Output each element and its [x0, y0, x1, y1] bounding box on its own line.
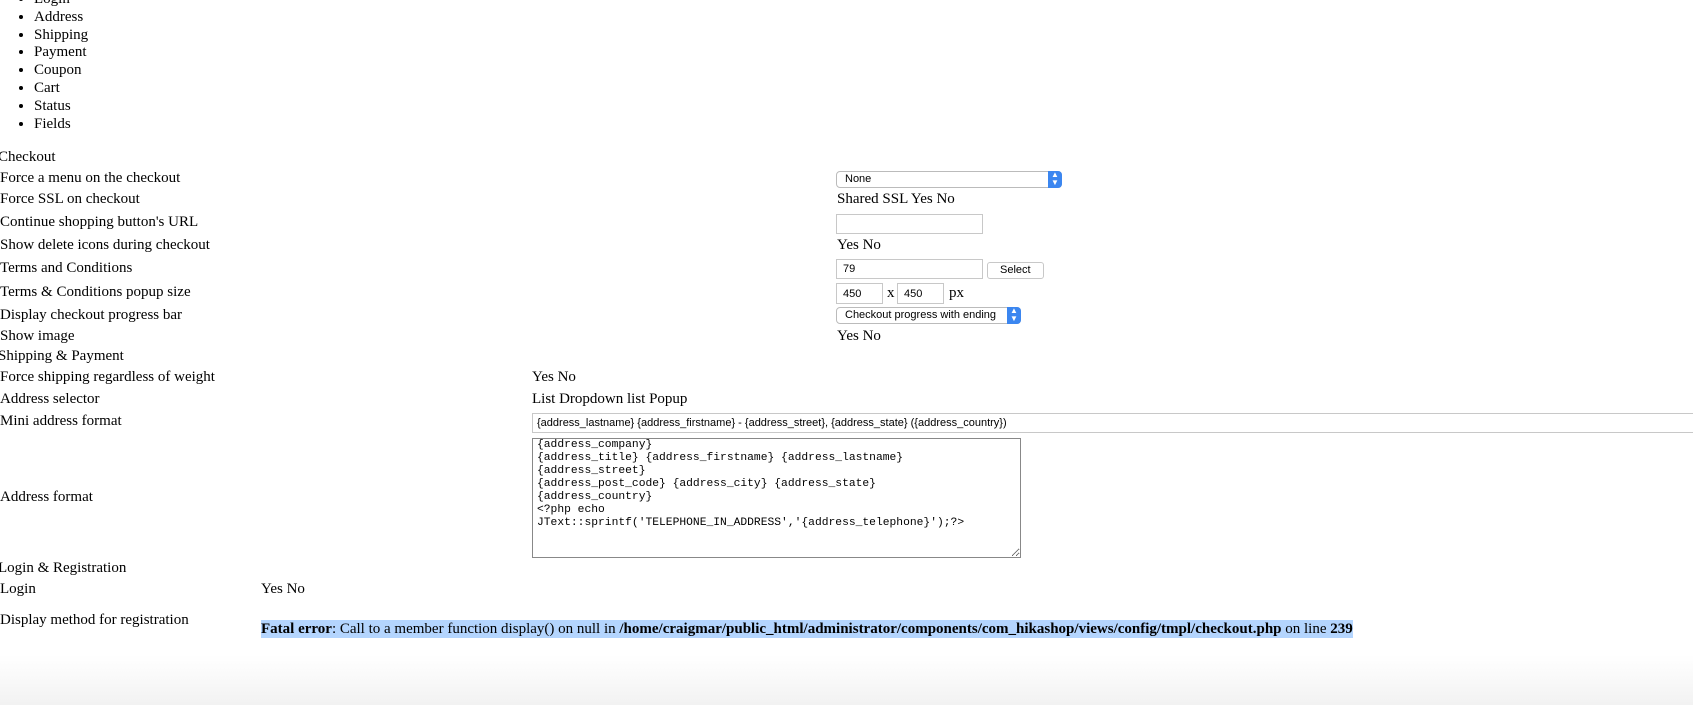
- chevron-updown-icon: ▲ ▼: [1007, 307, 1021, 324]
- error-line-number: 239: [1330, 621, 1353, 637]
- error-on-line: on line: [1281, 621, 1331, 637]
- progress-bar-label: Display checkout progress bar: [0, 307, 183, 323]
- error-text: : Call to a member function display() on…: [331, 621, 620, 637]
- step-item: Shipping: [34, 27, 88, 45]
- error-path: /home/craigmar/public_html/administrator…: [619, 621, 1282, 637]
- delete-icons-options[interactable]: Yes No: [837, 236, 881, 254]
- step-item: Fields: [34, 116, 88, 134]
- force-shipping-options[interactable]: Yes No: [532, 368, 576, 386]
- bottom-fade: [0, 655, 1693, 705]
- force-shipping-label: Force shipping regardless of weight: [0, 369, 215, 385]
- checkout-steps-list: Login Address Shipping Payment Coupon Ca…: [0, 0, 88, 133]
- mini-format-label: Mini address format: [0, 413, 122, 429]
- section-heading-shipping-payment: Shipping & Payment: [0, 348, 124, 364]
- progress-bar-select[interactable]: Checkout progress with ending ▲ ▼: [836, 307, 1021, 324]
- chevron-updown-icon: ▲ ▼: [1048, 171, 1062, 188]
- step-item: Status: [34, 98, 88, 116]
- show-image-label: Show image: [0, 328, 75, 344]
- force-menu-label: Force a menu on the checkout: [0, 170, 181, 186]
- terms-input[interactable]: [836, 259, 983, 279]
- mini-format-input[interactable]: [532, 413, 1693, 433]
- popup-x-label: x: [887, 285, 895, 301]
- step-item: Address: [34, 9, 88, 27]
- step-item: Coupon: [34, 62, 88, 80]
- login-label: Login: [0, 581, 36, 597]
- show-image-options[interactable]: Yes No: [837, 327, 881, 345]
- address-format-textarea[interactable]: {address_company} {address_title} {addre…: [532, 438, 1021, 558]
- popup-unit-label: px: [949, 285, 964, 301]
- step-item: Payment: [34, 44, 88, 62]
- continue-url-input[interactable]: [836, 214, 983, 234]
- section-heading-login-registration: Login & Registration: [0, 560, 127, 576]
- error-prefix: Fatal error: [261, 621, 332, 637]
- login-options[interactable]: Yes No: [261, 580, 305, 598]
- section-heading-checkout: Checkout: [0, 149, 56, 165]
- popup-height-input[interactable]: [897, 283, 944, 304]
- step-item: Cart: [34, 80, 88, 98]
- terms-label: Terms and Conditions: [0, 260, 133, 276]
- force-menu-value: None: [845, 173, 872, 185]
- step-item: Login: [34, 0, 88, 9]
- delete-icons-label: Show delete icons during checkout: [0, 237, 210, 253]
- continue-url-label: Continue shopping button's URL: [0, 214, 199, 230]
- display-method-label: Display method for registration: [0, 612, 189, 628]
- progress-bar-value: Checkout progress with ending: [845, 309, 997, 321]
- fatal-error-message: Fatal error: Call to a member function d…: [261, 620, 1353, 638]
- popup-width-input[interactable]: [836, 283, 883, 304]
- force-menu-select[interactable]: None ▲ ▼: [836, 171, 1062, 188]
- address-selector-options[interactable]: List Dropdown list Popup: [532, 390, 687, 408]
- force-ssl-options[interactable]: Shared SSL Yes No: [837, 190, 955, 208]
- terms-select-button[interactable]: Select: [987, 262, 1044, 279]
- force-ssl-label: Force SSL on checkout: [0, 191, 140, 207]
- popup-size-label: Terms & Conditions popup size: [0, 284, 191, 300]
- address-selector-label: Address selector: [0, 391, 100, 407]
- address-format-label: Address format: [0, 489, 93, 505]
